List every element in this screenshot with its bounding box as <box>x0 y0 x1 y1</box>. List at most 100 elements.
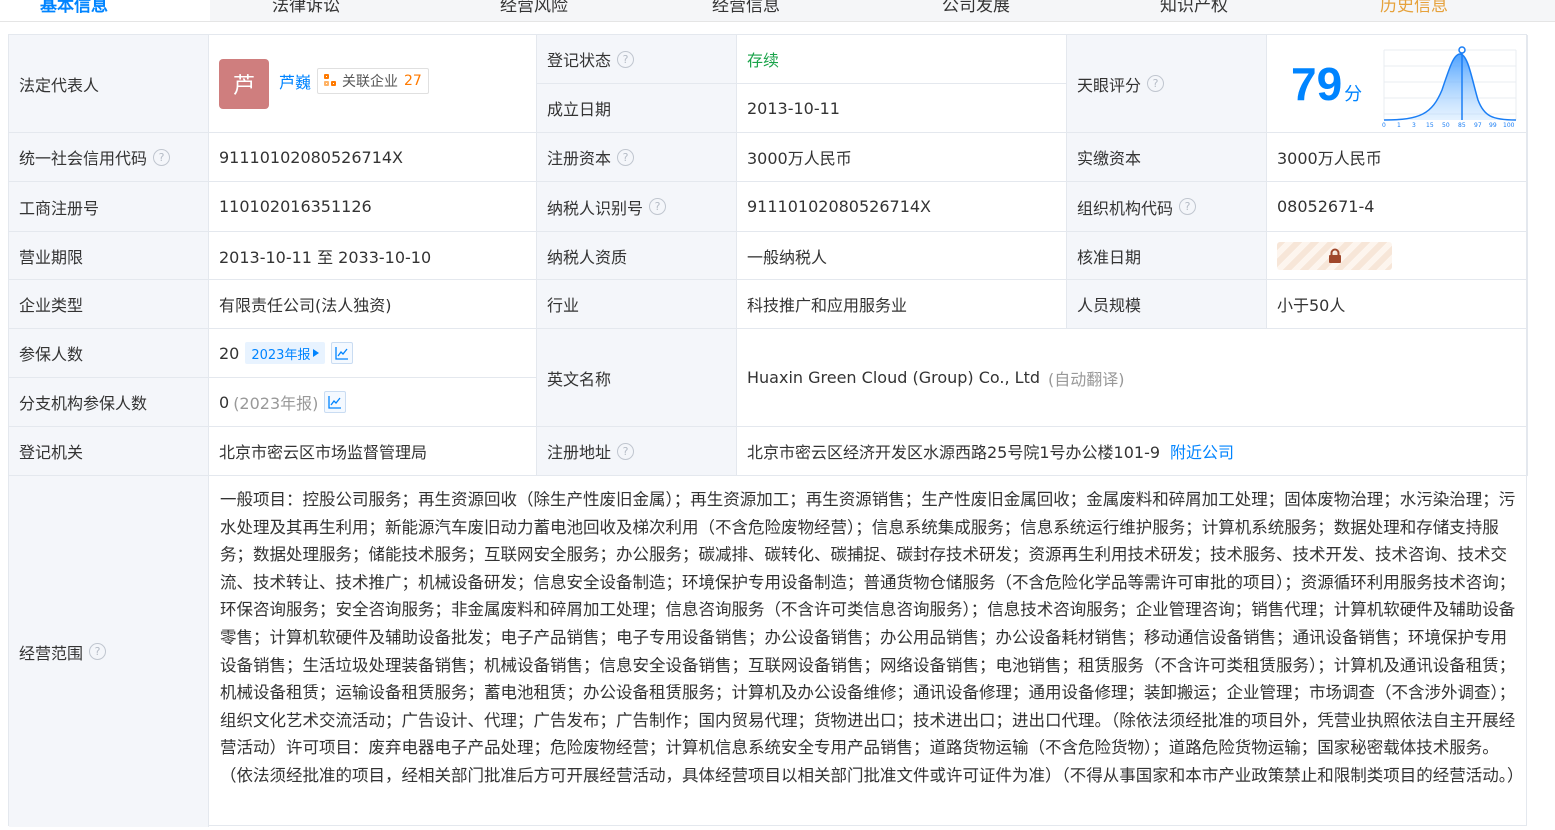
label-reg-address: 注册地址? <box>537 427 737 476</box>
label-tianyan-score: 天眼评分? <box>1067 35 1267 133</box>
tab-ip[interactable]: 知识产权 <box>1160 0 1228 21</box>
help-icon[interactable]: ? <box>649 198 667 215</box>
score-unit: 分 <box>1344 83 1363 105</box>
branch-insured-count: 0 <box>219 392 230 412</box>
trend-chart-button[interactable] <box>331 342 354 364</box>
trend-chart-icon <box>335 347 349 360</box>
axis-tick: 100 <box>1503 122 1515 128</box>
distribution-area <box>1384 53 1517 120</box>
legal-rep-info: 芦巍 关联企业 27 <box>279 68 429 94</box>
tab-basic-info[interactable]: 基本信息 <box>0 0 210 21</box>
tab-operation[interactable]: 经营信息 <box>712 0 780 21</box>
tab-history[interactable]: 历史信息 <box>1380 0 1448 21</box>
biz-reg-no-value: 110102016351126 <box>209 182 537 232</box>
label-text: 工商注册号 <box>19 198 100 218</box>
branch-insured-cell: 0 (2023年报) <box>209 378 537 427</box>
company-type-value: 有限责任公司(法人独资) <box>209 280 537 329</box>
label-org-code: 组织机构代码? <box>1067 182 1267 232</box>
label-text: 实缴资本 <box>1077 149 1142 168</box>
paid-capital-value: 3000万人民币 <box>1267 133 1528 182</box>
report-label: 2023年报 <box>251 347 311 363</box>
axis-tick: 97 <box>1474 122 1482 128</box>
label-text: 成立日期 <box>547 100 612 119</box>
related-count: 27 <box>404 73 422 89</box>
tab-legal[interactable]: 法律诉讼 <box>272 0 340 21</box>
axis-tick: 85 <box>1458 122 1466 128</box>
insured-report-link[interactable]: 2023年报 <box>245 342 326 364</box>
axis-tick: 1 <box>1397 122 1401 128</box>
label-text: 企业类型 <box>19 296 84 315</box>
label-paid-capital: 实缴资本 <box>1067 133 1267 182</box>
help-icon[interactable]: ? <box>617 50 635 68</box>
avatar[interactable]: 芦 <box>219 59 269 109</box>
taxpayer-id-value: 91110102080526714X <box>737 182 1067 232</box>
score-marker-dot <box>1458 45 1466 54</box>
taxpayer-qual-value: 一般纳税人 <box>737 232 1067 280</box>
help-icon[interactable]: ? <box>1179 198 1197 215</box>
label-taxpayer-qual: 纳税人资质 <box>537 232 737 280</box>
label-text: 英文名称 <box>547 369 612 389</box>
biz-term-value: 2013-10-11 至 2033-10-10 <box>209 232 537 280</box>
credit-code-value: 91110102080526714X <box>209 133 537 182</box>
tab-bar: 基本信息 法律诉讼 经营风险 经营信息 公司发展 知识产权 历史信息 <box>0 0 1555 22</box>
label-staff-size: 人员规模 <box>1067 280 1267 329</box>
label-text: 注册资本 <box>547 149 612 168</box>
label-reg-capital: 注册资本? <box>537 133 737 182</box>
reg-status-value: 存续 <box>737 35 1067 84</box>
insured-cell: 20 2023年报 <box>209 329 537 378</box>
insured-count: 20 <box>219 343 240 363</box>
label-text: 分支机构参保人数 <box>19 394 148 413</box>
label-biz-reg-no: 工商注册号 <box>9 182 209 232</box>
label-industry: 行业 <box>537 280 737 329</box>
related-companies-badge[interactable]: 关联企业 27 <box>317 68 429 94</box>
nearby-companies-link[interactable]: 附近公司 <box>1170 439 1234 463</box>
axis-tick: 3 <box>1412 122 1416 128</box>
triangle-right-icon <box>313 349 320 357</box>
reg-address-cell: 北京市密云区经济开发区水源西路25号院1号办公楼101-9 附近公司 <box>737 427 1528 476</box>
label-company-type: 企业类型 <box>9 280 209 329</box>
label-text: 登记机关 <box>19 443 84 462</box>
english-name-value: Huaxin Green Cloud (Group) Co., Ltd <box>747 368 1041 387</box>
related-company-icon <box>324 74 338 88</box>
help-icon[interactable]: ? <box>1147 75 1165 92</box>
help-icon[interactable]: ? <box>617 148 635 166</box>
label-text: 纳税人资质 <box>547 247 628 267</box>
legal-rep-name-link[interactable]: 芦巍 <box>279 69 311 93</box>
label-biz-term: 营业期限 <box>9 232 209 280</box>
help-icon[interactable]: ? <box>617 442 635 460</box>
axis-tick: 15 <box>1426 122 1434 128</box>
label-legal-rep: 法定代表人 <box>9 35 209 133</box>
score-distribution-chart: 0 1 3 15 50 85 97 99 100 <box>1382 45 1517 128</box>
label-text: 核准日期 <box>1077 247 1142 267</box>
reg-authority-value: 北京市密云区市场监督管理局 <box>209 427 537 476</box>
score-cell[interactable]: 79 分 0 1 3 15 50 85 97 99 100 <box>1267 35 1528 133</box>
biz-scope-value: 一般项目：控股公司服务；再生资源回收（除生产性废旧金属）；再生资源加工；再生资源… <box>220 490 1524 785</box>
found-date-value: 2013-10-11 <box>737 84 1067 133</box>
trend-chart-icon <box>328 396 342 409</box>
help-icon[interactable]: ? <box>153 148 171 166</box>
score-axis: 0 1 3 15 50 85 97 99 100 <box>1382 122 1515 128</box>
label-taxpayer-id: 纳税人识别号? <box>537 182 737 232</box>
label-text: 经营范围 <box>19 643 84 663</box>
org-code-value: 08052671-4 <box>1267 182 1528 232</box>
label-credit-code: 统一社会信用代码? <box>9 133 209 182</box>
english-name-cell: Huaxin Green Cloud (Group) Co., Ltd (自动翻… <box>737 329 1528 427</box>
label-reg-authority: 登记机关 <box>9 427 209 476</box>
branch-report-note: (2023年报) <box>233 394 319 413</box>
label-branch-insured: 分支机构参保人数 <box>9 378 209 427</box>
axis-tick: 0 <box>1382 122 1386 128</box>
help-icon[interactable]: ? <box>89 643 107 660</box>
locked-value-button[interactable] <box>1277 241 1392 270</box>
trend-chart-button[interactable] <box>324 391 347 413</box>
label-text: 法定代表人 <box>19 75 100 95</box>
reg-address-value: 北京市密云区经济开发区水源西路25号院1号办公楼101-9 <box>747 443 1161 462</box>
label-text: 统一社会信用代码 <box>19 149 148 168</box>
tab-development[interactable]: 公司发展 <box>942 0 1010 21</box>
tab-risk[interactable]: 经营风险 <box>500 0 568 21</box>
label-english-name: 英文名称 <box>537 329 737 427</box>
label-approve-date: 核准日期 <box>1067 232 1267 280</box>
score-value: 79 <box>1291 57 1343 110</box>
legal-rep-cell: 芦 芦巍 关联企业 27 <box>209 35 537 133</box>
auto-translate-note: (自动翻译) <box>1048 369 1125 389</box>
label-reg-status: 登记状态? <box>537 35 737 84</box>
